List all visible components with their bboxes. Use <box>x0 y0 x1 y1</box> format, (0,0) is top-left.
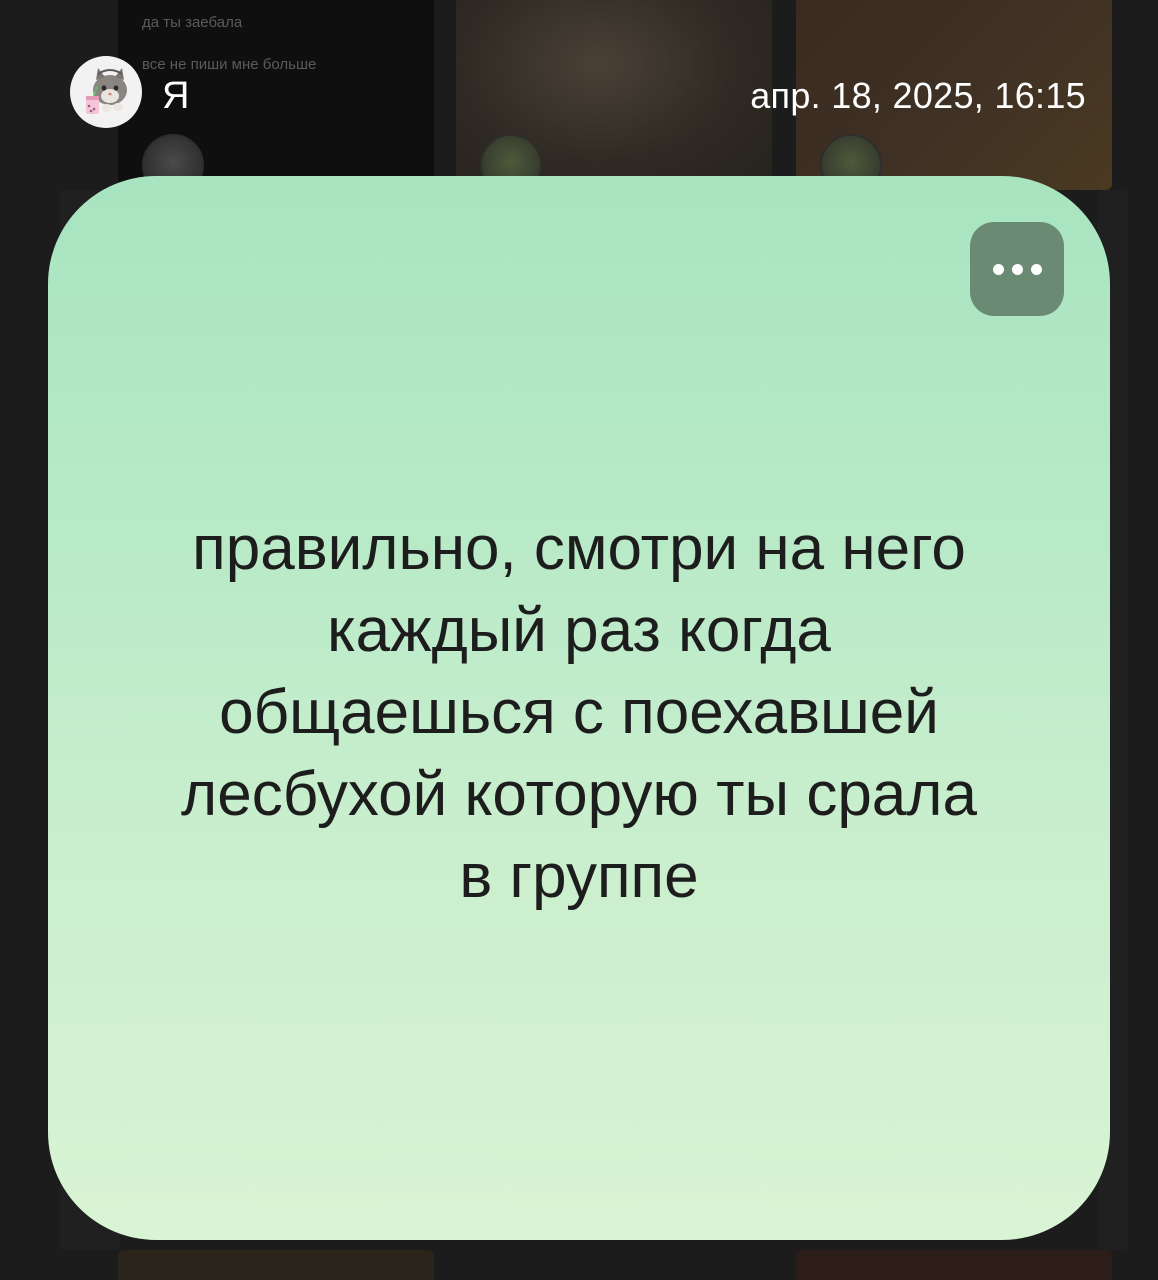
avatar[interactable] <box>70 56 142 128</box>
gallery-tile-text: все не пиши мне больше <box>142 56 317 73</box>
gallery-tile-dog-photo <box>456 0 772 190</box>
note-card: правильно, смотри на него каждый раз ког… <box>48 176 1110 1240</box>
cat-avatar-icon <box>74 60 138 124</box>
user-name[interactable]: Я <box>162 74 189 118</box>
more-horizontal-icon <box>992 263 1042 275</box>
note-text: правильно, смотри на него каждый раз ког… <box>181 514 977 911</box>
post-timestamp: апр. 18, 2025, 16:15 <box>750 75 1086 116</box>
more-options-button[interactable] <box>970 222 1064 316</box>
gallery-tile-text: да ты заебала <box>142 14 243 31</box>
gallery-tile-bottom-right <box>796 1250 1112 1280</box>
gallery-tile-bottom-left <box>118 1250 434 1280</box>
story-viewer: да ты заебала все не пиши мне больше Я а… <box>0 0 1158 1280</box>
